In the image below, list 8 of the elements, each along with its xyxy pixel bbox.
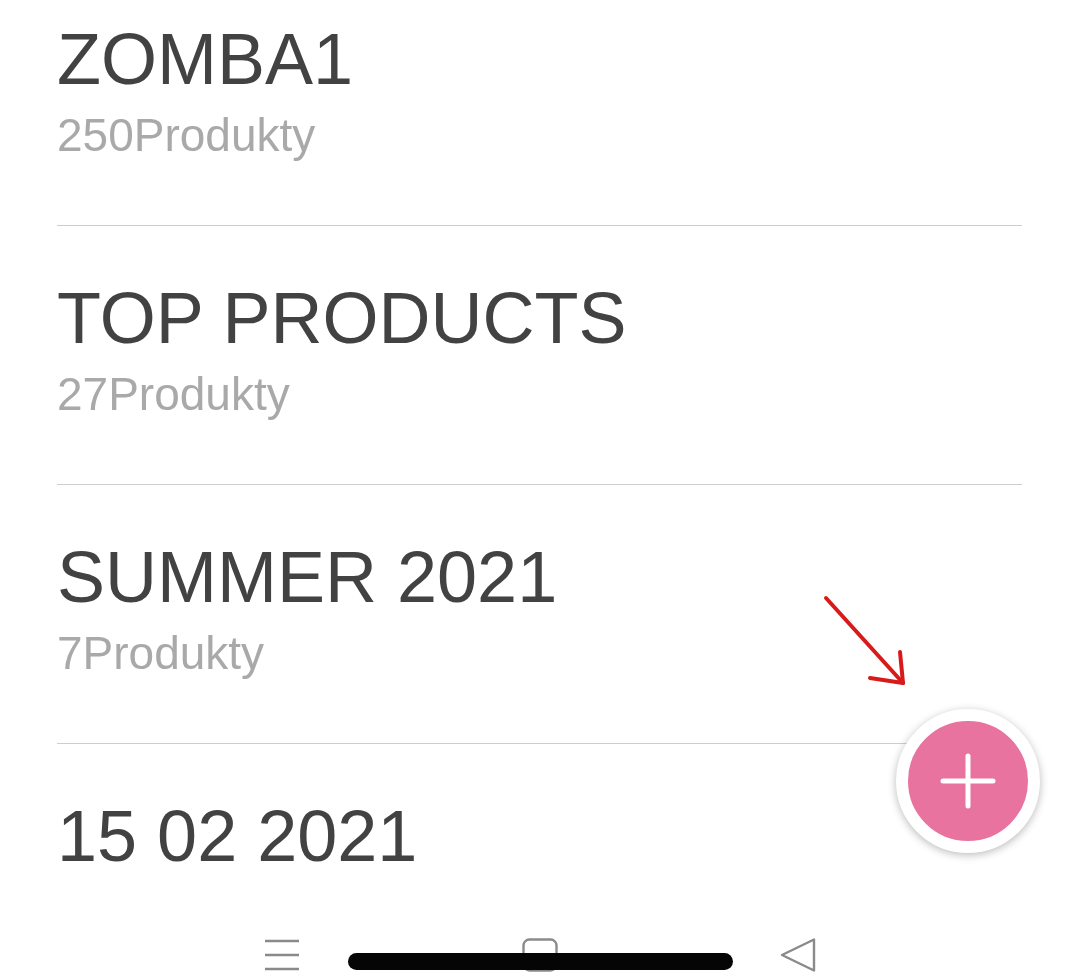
collection-name[interactable]: TOP PRODUCTS xyxy=(57,282,627,354)
menu-icon[interactable] xyxy=(264,938,300,972)
plus-icon xyxy=(940,753,996,809)
back-icon[interactable] xyxy=(780,938,816,972)
arrow-icon xyxy=(822,594,908,688)
collection-name[interactable]: ZOMBA1 xyxy=(57,23,354,95)
collection-name[interactable]: SUMMER 2021 xyxy=(57,541,558,613)
collection-name[interactable]: 15 02 2021 xyxy=(57,800,418,872)
